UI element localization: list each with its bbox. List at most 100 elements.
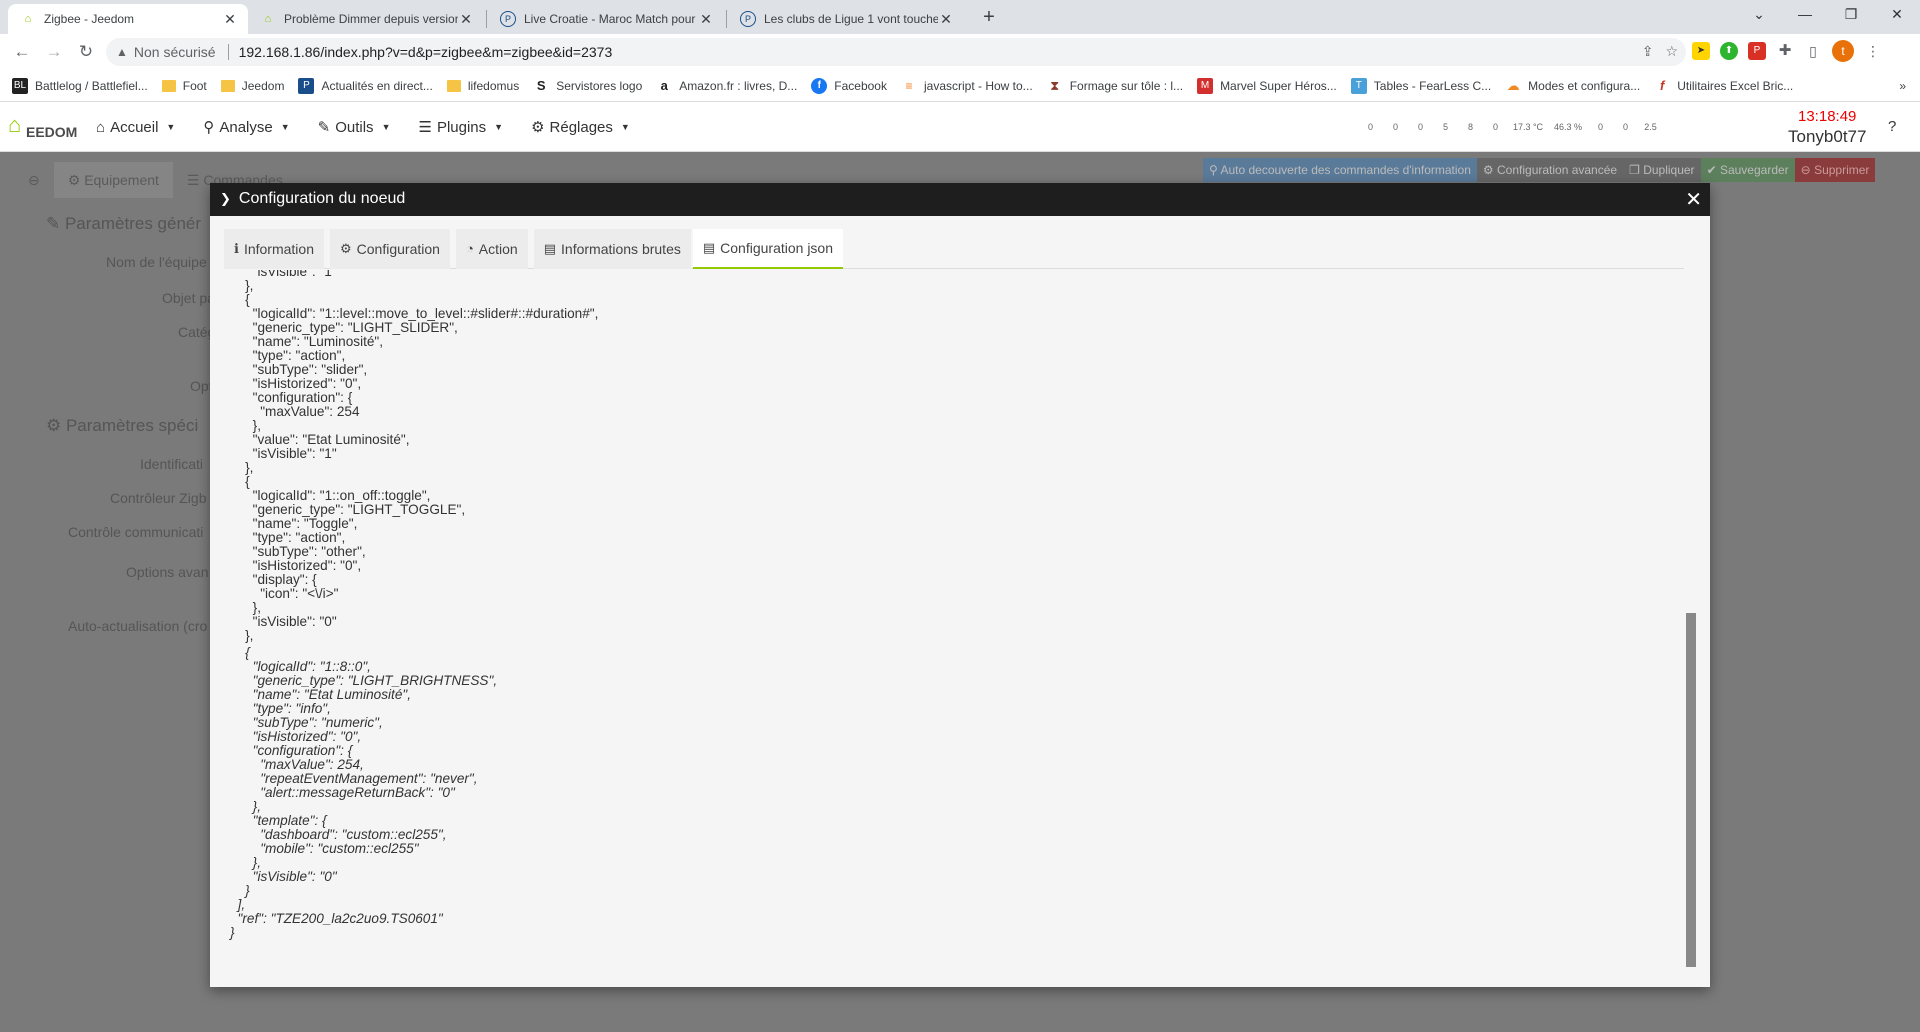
section-general-params: ✎ Paramètres génér [46,214,202,233]
bookmark-folder[interactable]: lifedomus [446,78,520,93]
delete-button[interactable]: ⊖ Supprimer [1794,158,1876,182]
caret-down-icon: ▼ [381,122,391,132]
menu-outils[interactable]: ✎ Outils ▼ [318,118,391,137]
bookmark-item[interactable]: ⧗ Formage sur tôle : l... [1047,78,1183,94]
marvel-icon: M [1197,77,1214,94]
url-text[interactable]: 192.168.1.86/index.php?v=d&p=zigbee&m=zi… [239,44,613,60]
tab-configuration[interactable]: ⚙ Configuration [330,229,450,269]
folder-icon [446,79,461,92]
tab-title: Live Croatie - Maroc Match pour [524,12,696,26]
bookmark-item[interactable]: f Utilitaires Excel Bric... [1654,78,1793,94]
extensions-puzzle-icon[interactable]: ✚ [1776,42,1794,60]
tachometer-icon: ◔ [465,241,474,256]
bookmark-item[interactable]: BL Battlelog / Battlefiel... [12,77,148,94]
modal-header: ❯ Configuration du noeud ✕ [210,183,1710,216]
tab-action[interactable]: ◔ Action [455,229,528,269]
browser-tab-live[interactable]: P Live Croatie - Maroc Match pour ✕ [488,4,724,34]
list-icon: ▤ [702,240,716,255]
tab-title: Zigbee - Jeedom [44,12,135,26]
menu-analyse[interactable]: ⚲ Analyse ▼ [203,118,290,137]
side-panel-icon[interactable]: ▯ [1804,42,1822,60]
advanced-config-button[interactable]: ⚙ Configuration avancée [1476,158,1624,182]
share-icon[interactable]: ⇪ [1642,43,1654,60]
bookmark-label: Actualités en direct... [321,78,433,93]
bookmark-item[interactable]: ≡ javascript - How to... [901,78,1032,94]
more-bookmarks-button[interactable]: » [1899,79,1906,93]
forward-arrow-icon[interactable]: → [42,40,66,64]
close-tab-icon[interactable]: ✕ [458,11,474,28]
menu-reglages[interactable]: ⚙ Réglages ▼ [531,118,630,137]
address-bar[interactable]: ▲ Non sécurisé 192.168.1.86/index.php?v=… [106,38,1686,66]
extension-arrow-icon[interactable]: ➤ [1692,42,1710,60]
help-icon[interactable]: ? [1888,118,1896,135]
section-title: Paramètres génér [64,214,202,233]
reload-icon[interactable]: ↻ [74,40,98,64]
close-tab-icon[interactable]: ✕ [938,11,954,28]
facebook-icon: f [811,77,828,94]
tab-raw-info[interactable]: ▤ Informations brutes [533,229,691,269]
minimize-button[interactable]: — [1782,0,1828,30]
tasks-icon: ☰ [418,119,432,136]
browser-tab-ligue1[interactable]: P Les clubs de Ligue 1 vont touche ✕ [728,4,964,34]
field-label: Identificati [140,456,204,472]
back-circle-icon[interactable]: ⊖ [14,162,54,198]
scrollbar-thumb[interactable] [1686,613,1696,967]
tab-json-config[interactable]: ▤ Configuration json [692,229,844,269]
tab-separator [726,10,727,28]
menu-plugins[interactable]: ☰ Plugins ▼ [418,118,504,137]
bookmark-item[interactable]: ☁ Modes et configura... [1505,78,1641,94]
tab-equipement[interactable]: ⚙ Equipement [53,162,173,198]
folder-icon [220,79,235,92]
close-tab-icon[interactable]: ✕ [222,11,238,28]
user-name[interactable]: Tonyb0t77 [1788,127,1866,147]
list-icon: ▤ [543,241,557,256]
caret-down-icon: ▼ [280,122,290,132]
bookmark-label: Tables - FearLess C... [1373,78,1492,93]
button-label: Configuration avancée [1497,163,1618,177]
section-specific-params: ⚙ Paramètres spéci [46,416,199,435]
caret-down-icon: ▼ [494,122,504,132]
menu-accueil[interactable]: ⌂ Accueil ▼ [96,119,175,136]
tab-information[interactable]: ℹ Information [224,229,324,269]
tab-title: Problème Dimmer depuis version [284,12,458,26]
extension-pdf-icon[interactable]: P [1748,42,1766,60]
jeedom-logo[interactable]: ⌂ EEDOM [8,110,78,144]
tab-label: Configuration [356,241,440,257]
back-arrow-icon[interactable]: ← [10,40,34,64]
bookmark-item[interactable]: S Servistores logo [533,78,642,94]
save-button[interactable]: ✔ Sauvegarder [1700,158,1795,182]
field-label: Nom de l'équipe [106,254,207,270]
profile-avatar[interactable]: t [1832,40,1854,62]
header-stats: 0 0 0 5 8 0 17.3 °C 46.3 % 0 0 2.5 [1358,122,1663,132]
bookmarks-bar: BL Battlelog / Battlefiel... Foot Jeedom … [0,70,1920,102]
close-icon[interactable]: ✕ [1685,187,1702,212]
close-tab-icon[interactable]: ✕ [698,11,714,28]
bookmark-item[interactable]: a Amazon.fr : livres, D... [656,78,798,94]
warning-icon[interactable]: ▲ [116,45,128,59]
browser-tab-zigbee[interactable]: ⌂ Zigbee - Jeedom ✕ [8,4,248,34]
bookmark-item[interactable]: f Facebook [811,77,887,94]
security-label[interactable]: Non sécurisé [134,44,216,60]
field-label: Objet pa [162,290,215,306]
site-favicon-icon: P [500,11,516,27]
button-label: Dupliquer [1643,163,1695,177]
bookmark-item[interactable]: M Marvel Super Héros... [1197,77,1337,94]
duplicate-button[interactable]: ❐ Dupliquer [1623,158,1701,182]
bookmark-label: lifedomus [467,78,520,93]
new-tab-button[interactable]: + [976,5,1002,31]
browser-tab-probleme[interactable]: ⌂ Problème Dimmer depuis version ✕ [248,4,484,34]
auto-discover-button[interactable]: ⚲ Auto decouverte des commandes d'inform… [1203,158,1477,182]
menu-kebab-icon[interactable]: ⋮ [1864,42,1882,60]
tab-search-icon[interactable]: ⌄ [1736,0,1782,30]
bookmark-folder[interactable]: Foot [161,79,207,93]
parisien-icon: P [298,77,315,94]
bookmark-star-icon[interactable]: ☆ [1665,43,1678,60]
bookmark-folder[interactable]: Jeedom [220,79,284,93]
bookmark-item[interactable]: P Actualités en direct... [298,77,433,94]
modal-title-text: Configuration du noeud [238,190,406,207]
close-window-button[interactable]: ✕ [1874,0,1920,30]
restore-button[interactable]: ❐ [1828,0,1874,30]
extension-green-icon[interactable]: ⬆ [1720,42,1738,60]
json-content[interactable]: "isVisible": "1" }, { "logicalId": "1::l… [224,270,1668,970]
bookmark-item[interactable]: T Tables - FearLess C... [1350,77,1492,94]
